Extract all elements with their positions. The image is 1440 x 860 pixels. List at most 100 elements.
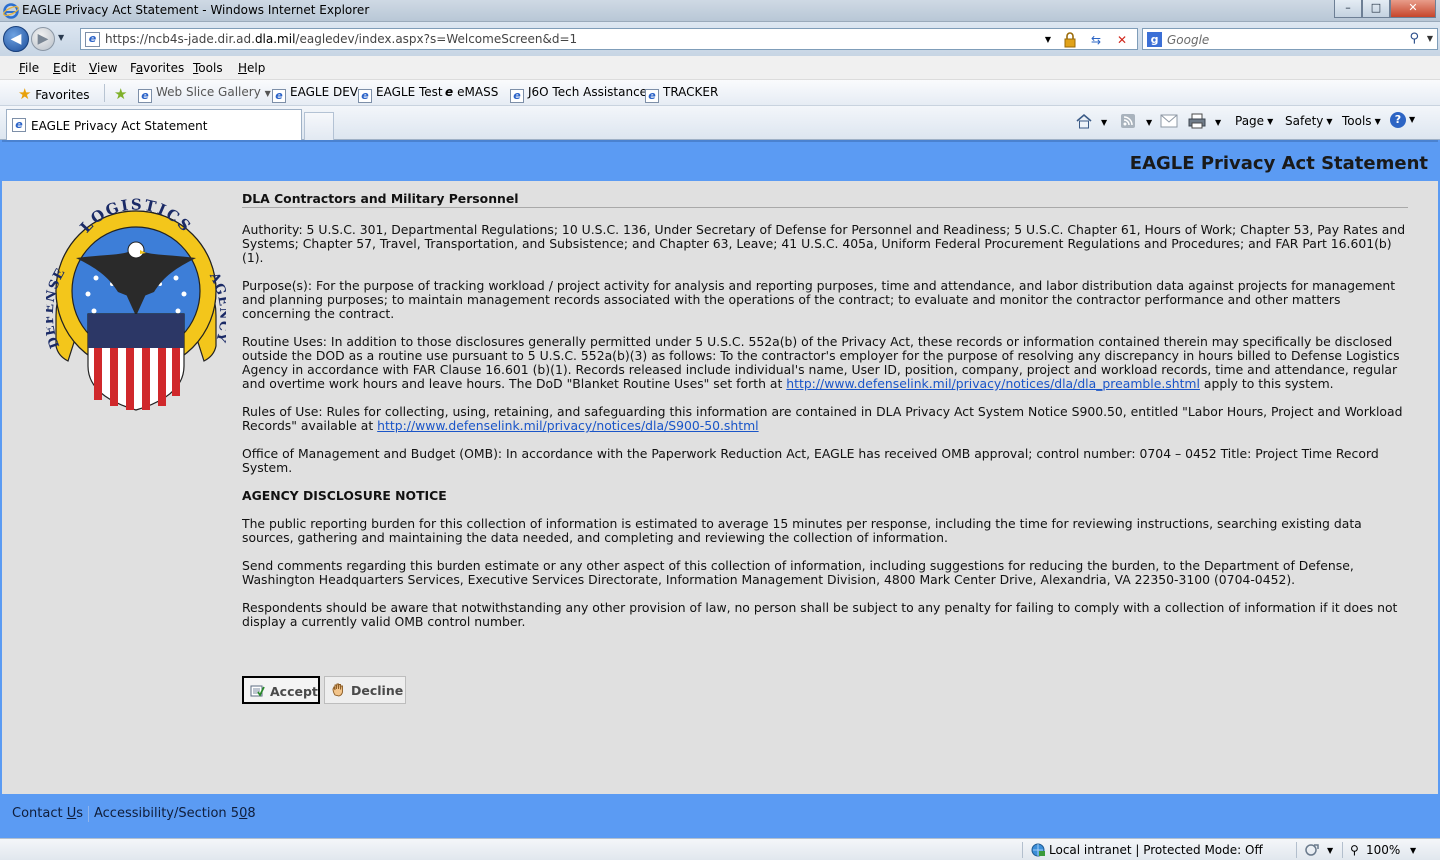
link-ie-icon: e bbox=[358, 89, 372, 103]
refresh-icon[interactable]: ⇆ bbox=[1087, 31, 1105, 49]
accessibility-link[interactable]: Accessibility/Section 508 bbox=[94, 806, 256, 821]
link-ie-icon: e bbox=[645, 89, 659, 103]
status-bar: Local intranet | Protected Mode: Off ▼ ⚲… bbox=[0, 838, 1440, 860]
stop-hand-icon bbox=[332, 683, 343, 697]
security-zone-status[interactable]: Local intranet | Protected Mode: Off bbox=[1049, 843, 1263, 857]
omb-paragraph: Office of Management and Budget (OMB): I… bbox=[242, 446, 1379, 475]
web-slice-dropdown-icon: ▼ bbox=[264, 89, 271, 98]
zoom-icon[interactable]: ⚲ bbox=[1350, 843, 1359, 857]
menu-tools[interactable]: Tools bbox=[193, 61, 223, 75]
address-field[interactable]: e https://ncb4s-jade.dir.ad.dla.mil/eagl… bbox=[80, 28, 1138, 50]
web-slice-icon: e bbox=[138, 89, 152, 103]
tab-ie-icon: e bbox=[12, 118, 26, 132]
zoom-level[interactable]: 100% bbox=[1366, 843, 1400, 857]
favorite-emass[interactable]: e eMASS bbox=[445, 85, 498, 99]
respondents-paragraph: Respondents should be aware that notwith… bbox=[242, 600, 1398, 629]
search-options-dropdown-icon[interactable]: ▼ bbox=[1427, 34, 1433, 43]
add-to-favorites-bar-button[interactable]: ★ bbox=[114, 85, 127, 103]
address-url[interactable]: https://ncb4s-jade.dir.ad.dla.mil/eagled… bbox=[105, 32, 577, 46]
dla-preamble-link[interactable]: http://www.defenselink.mil/privacy/notic… bbox=[786, 376, 1200, 391]
tab-eagle-privacy-act-statement[interactable]: e EAGLE Privacy Act Statement bbox=[6, 109, 302, 140]
maximize-button[interactable]: □ bbox=[1362, 0, 1390, 18]
recent-pages-dropdown-icon[interactable]: ▼ bbox=[58, 33, 70, 42]
google-icon: g bbox=[1147, 32, 1162, 47]
accept-label: Accept bbox=[270, 684, 318, 699]
home-icon[interactable] bbox=[1075, 113, 1093, 129]
status-separator bbox=[1022, 842, 1023, 858]
minimize-button[interactable]: – bbox=[1334, 0, 1362, 18]
tools-menu[interactable]: Tools ▼ bbox=[1342, 114, 1381, 128]
menu-favorites[interactable]: Favorites bbox=[130, 61, 184, 75]
status-separator bbox=[1342, 842, 1343, 858]
feeds-dropdown-icon[interactable]: ▼ bbox=[1146, 118, 1152, 127]
favorites-button[interactable]: ★ Favorites bbox=[18, 85, 90, 103]
help-menu[interactable]: ? ▼ bbox=[1390, 112, 1415, 128]
local-intranet-icon bbox=[1031, 843, 1045, 857]
stop-icon[interactable]: ✕ bbox=[1113, 31, 1131, 49]
ie-logo-icon bbox=[3, 3, 19, 19]
burden-paragraph: The public reporting burden for this col… bbox=[242, 516, 1362, 545]
tab-label: EAGLE Privacy Act Statement bbox=[31, 119, 208, 133]
add-favorites-icon: ★ bbox=[114, 85, 128, 103]
page-title: EAGLE Privacy Act Statement bbox=[1129, 153, 1428, 174]
favorite-eagle-dev[interactable]: e EAGLE DEV bbox=[272, 85, 358, 103]
menu-help[interactable]: Help bbox=[238, 61, 265, 75]
favorites-separator bbox=[104, 84, 105, 102]
address-row: ◀ ▶ ▼ e https://ncb4s-jade.dir.ad.dla.mi… bbox=[0, 22, 1440, 56]
decline-label: Decline bbox=[351, 683, 404, 698]
menu-bar: File Edit View Favorites Tools Help bbox=[0, 56, 1440, 80]
page-ie-icon: e bbox=[85, 32, 100, 47]
search-icon[interactable]: ⚲ bbox=[1409, 31, 1419, 46]
dla-seal-logo: LOGISTICS DEFENSE AGENCY bbox=[46, 196, 226, 411]
print-dropdown-icon[interactable]: ▼ bbox=[1215, 118, 1221, 127]
search-box[interactable]: g Google ⚲ ▼ bbox=[1142, 28, 1438, 50]
section-title: DLA Contractors and Military Personnel bbox=[242, 192, 1408, 208]
help-icon: ? bbox=[1390, 112, 1406, 128]
back-button[interactable]: ◀ bbox=[3, 26, 29, 52]
page-content-area: EAGLE Privacy Act Statement LOGISTICS DE… bbox=[0, 140, 1440, 838]
window-title-bar: EAGLE Privacy Act Statement - Windows In… bbox=[0, 0, 1440, 22]
status-separator bbox=[1296, 842, 1297, 858]
disclosure-title: AGENCY DISCLOSURE NOTICE bbox=[242, 488, 447, 503]
print-icon[interactable] bbox=[1188, 113, 1206, 129]
authority-paragraph: Authority: 5 U.S.C. 301, Departmental Re… bbox=[242, 222, 1406, 265]
link-ie-icon: e bbox=[510, 89, 524, 103]
rules-of-use-paragraph: Rules of Use: Rules for collecting, usin… bbox=[242, 404, 1403, 433]
comments-paragraph: Send comments regarding this burden esti… bbox=[242, 558, 1354, 587]
footer-separator bbox=[88, 806, 89, 822]
s900-50-link[interactable]: http://www.defenselink.mil/privacy/notic… bbox=[377, 418, 758, 433]
menu-edit[interactable]: Edit bbox=[53, 61, 76, 75]
lock-icon[interactable] bbox=[1061, 31, 1079, 49]
tab-row: e EAGLE Privacy Act Statement ▼ ▼ ▼ Page… bbox=[0, 106, 1440, 140]
window-title: EAGLE Privacy Act Statement - Windows In… bbox=[22, 3, 370, 17]
favorite-web-slice-gallery[interactable]: e Web Slice Gallery ▼ bbox=[138, 85, 271, 103]
menu-view[interactable]: View bbox=[89, 61, 117, 75]
contact-us-link[interactable]: Contact Us bbox=[12, 806, 83, 821]
mail-icon[interactable] bbox=[1160, 114, 1178, 128]
favorite-eagle-test[interactable]: e EAGLE Test bbox=[358, 85, 443, 103]
menu-file[interactable]: File bbox=[19, 61, 39, 75]
privacy-statement-content: DLA Contractors and Military Personnel A… bbox=[242, 192, 1408, 643]
home-dropdown-icon[interactable]: ▼ bbox=[1101, 118, 1107, 127]
accept-button[interactable]: Accept bbox=[242, 676, 320, 704]
link-ie-icon: e bbox=[272, 89, 286, 103]
page-menu[interactable]: Page ▼ bbox=[1235, 114, 1273, 128]
protected-mode-icon[interactable] bbox=[1304, 842, 1320, 858]
address-dropdown-icon[interactable]: ▼ bbox=[1039, 31, 1057, 49]
zoom-dropdown-icon[interactable]: ▼ bbox=[1410, 846, 1416, 855]
new-tab-button[interactable] bbox=[304, 112, 334, 140]
back-arrow-icon: ◀ bbox=[10, 31, 22, 47]
forward-button[interactable]: ▶ bbox=[31, 27, 55, 51]
feeds-icon[interactable] bbox=[1120, 113, 1136, 129]
favorite-j6o-tech-assistance[interactable]: e J6O Tech Assistance bbox=[510, 85, 647, 103]
forward-arrow-icon: ▶ bbox=[37, 31, 49, 47]
emass-icon: e bbox=[445, 85, 454, 99]
purpose-paragraph: Purpose(s): For the purpose of tracking … bbox=[242, 278, 1396, 321]
search-placeholder[interactable]: Google bbox=[1167, 33, 1209, 47]
safety-menu[interactable]: Safety ▼ bbox=[1285, 114, 1333, 128]
close-window-button[interactable]: ✕ bbox=[1390, 0, 1436, 18]
protected-mode-dropdown-icon[interactable]: ▼ bbox=[1327, 846, 1333, 855]
accept-icon bbox=[250, 685, 265, 697]
favorite-tracker[interactable]: e TRACKER bbox=[645, 85, 718, 103]
decline-button[interactable]: Decline bbox=[324, 676, 406, 704]
